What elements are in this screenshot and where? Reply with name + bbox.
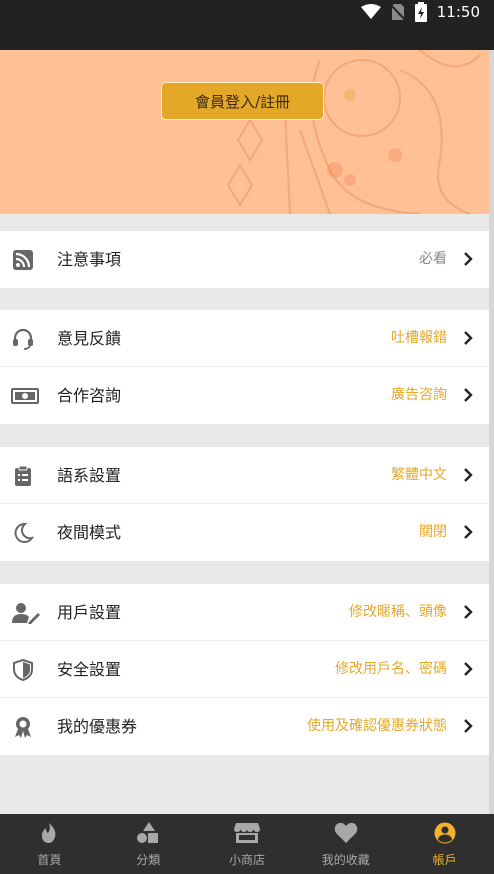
no-sim-icon bbox=[390, 4, 405, 21]
heart-icon bbox=[334, 822, 358, 843]
menu-section-account: 用戶設置 修改暱稱、頭像 安全設置 修改用戶名、密碼 我的優惠券 使用及確認優惠… bbox=[0, 584, 489, 755]
menu-item-notice[interactable]: 注意事項 必看 bbox=[0, 231, 489, 288]
chevron-right-icon bbox=[464, 252, 473, 266]
menu-item-value: 關閉 bbox=[419, 524, 447, 540]
menu-item-label: 我的優惠券 bbox=[57, 717, 138, 736]
chevron-right-icon bbox=[464, 662, 473, 676]
menu-item-label: 意見反饋 bbox=[57, 329, 122, 348]
menu-item-label: 安全設置 bbox=[57, 660, 122, 679]
clock-time: 11:50 bbox=[436, 3, 480, 21]
menu-item-feedback[interactable]: 意見反饋 吐槽報錯 bbox=[0, 310, 489, 367]
tab-label: 首頁 bbox=[37, 853, 62, 867]
tab-shop[interactable]: 小商店 bbox=[198, 814, 297, 874]
menu-section-notice: 注意事項 必看 bbox=[0, 231, 489, 288]
battery-icon bbox=[414, 2, 427, 22]
store-icon bbox=[233, 823, 260, 843]
menu-section-display: 語系設置 繁體中文 夜間模式 關閉 bbox=[0, 447, 489, 561]
status-bar: 11:50 bbox=[0, 0, 494, 50]
account-header-banner: 會員登入/註冊 bbox=[0, 50, 489, 214]
shapes-icon bbox=[137, 822, 159, 843]
menu-item-label: 用戶設置 bbox=[57, 603, 122, 622]
chevron-right-icon bbox=[464, 719, 473, 733]
clipboard-icon bbox=[15, 465, 31, 486]
login-register-button[interactable]: 會員登入/註冊 bbox=[161, 82, 324, 120]
menu-item-language[interactable]: 語系設置 繁體中文 bbox=[0, 447, 489, 504]
bottom-tab-bar: 首頁 分類 小商店 我的收藏 帳戶 bbox=[0, 814, 494, 874]
scrollbar[interactable] bbox=[489, 50, 494, 814]
menu-item-label: 語系設置 bbox=[57, 466, 122, 485]
chevron-right-icon bbox=[464, 468, 473, 482]
tab-label: 分類 bbox=[136, 853, 161, 867]
tab-label: 小商店 bbox=[228, 853, 265, 867]
menu-item-value: 吐槽報錯 bbox=[391, 330, 447, 346]
menu-item-cooperation[interactable]: 合作咨詢 廣告咨詢 bbox=[0, 367, 489, 424]
menu-item-label: 合作咨詢 bbox=[57, 386, 122, 405]
anime-character-illustration bbox=[226, 50, 481, 214]
tab-label: 帳戶 bbox=[432, 853, 457, 867]
tab-favorites[interactable]: 我的收藏 bbox=[296, 814, 395, 874]
tab-label: 我的收藏 bbox=[321, 853, 370, 867]
tab-home[interactable]: 首頁 bbox=[0, 814, 99, 874]
chevron-right-icon bbox=[464, 525, 473, 539]
menu-section-support: 意見反饋 吐槽報錯 合作咨詢 廣告咨詢 bbox=[0, 310, 489, 424]
money-icon bbox=[11, 388, 39, 404]
menu-item-value: 廣告咨詢 bbox=[391, 387, 447, 403]
award-icon bbox=[15, 717, 31, 738]
user-circle-icon bbox=[434, 822, 456, 844]
shield-icon bbox=[13, 659, 33, 681]
menu-item-night-mode[interactable]: 夜間模式 關閉 bbox=[0, 504, 489, 561]
headset-icon bbox=[13, 328, 33, 350]
menu-item-value: 使用及確認優惠券狀態 bbox=[307, 718, 447, 734]
user-edit-icon bbox=[12, 603, 40, 624]
menu-item-value: 修改暱稱、頭像 bbox=[349, 604, 447, 620]
wifi-icon bbox=[360, 4, 381, 19]
rss-icon bbox=[13, 250, 33, 270]
menu-item-label: 夜間模式 bbox=[57, 523, 122, 542]
flame-icon bbox=[42, 823, 56, 843]
tab-account[interactable]: 帳戶 bbox=[395, 814, 494, 874]
menu-item-security[interactable]: 安全設置 修改用戶名、密碼 bbox=[0, 641, 489, 698]
chevron-right-icon bbox=[464, 605, 473, 619]
chevron-right-icon bbox=[464, 388, 473, 402]
tab-categories[interactable]: 分類 bbox=[99, 814, 198, 874]
menu-item-user-settings[interactable]: 用戶設置 修改暱稱、頭像 bbox=[0, 584, 489, 641]
menu-item-value: 修改用戶名、密碼 bbox=[335, 661, 447, 677]
menu-item-label: 注意事項 bbox=[57, 250, 122, 269]
moon-icon bbox=[14, 522, 34, 543]
chevron-right-icon bbox=[464, 331, 473, 345]
menu-item-value: 必看 bbox=[419, 251, 447, 267]
menu-item-value: 繁體中文 bbox=[391, 467, 447, 483]
menu-item-coupons[interactable]: 我的優惠券 使用及確認優惠券狀態 bbox=[0, 698, 489, 755]
